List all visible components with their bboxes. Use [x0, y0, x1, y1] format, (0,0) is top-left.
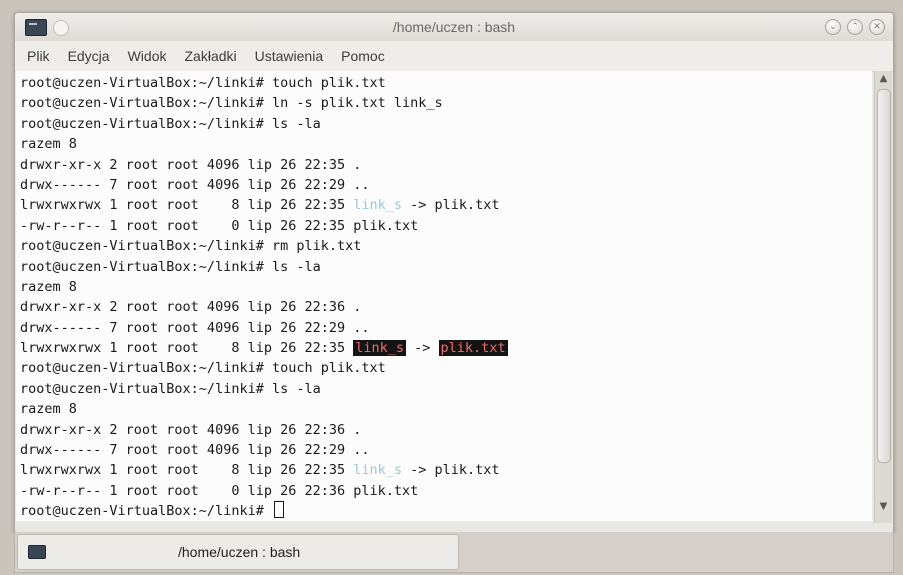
terminal-lines: root@uczen-VirtualBox:~/linki# touch pli…	[20, 73, 508, 521]
terminal-line: root@uczen-VirtualBox:~/linki#	[20, 501, 508, 521]
terminal-line: -rw-r--r-- 1 root root 0 lip 26 22:36 pl…	[20, 481, 508, 501]
menu-edycja[interactable]: Edycja	[68, 41, 110, 64]
close-icon[interactable]: ✕	[869, 19, 885, 35]
terminal-text: ->	[406, 340, 439, 357]
terminal-text: root@uczen-VirtualBox:~/linki# ln -s pli…	[20, 95, 443, 112]
terminal-text: -rw-r--r-- 1 root root 0 lip 26 22:35 pl…	[20, 217, 419, 234]
terminal-line: drwx------ 7 root root 4096 lip 26 22:29…	[20, 440, 508, 460]
terminal-output[interactable]: root@uczen-VirtualBox:~/linki# touch pli…	[16, 71, 872, 521]
terminal-text: -> plik.txt	[402, 462, 500, 479]
menu-bar: Plik Edycja Widok Zakładki Ustawienia Po…	[15, 41, 893, 72]
scrollbar-thumb[interactable]	[877, 89, 891, 463]
terminal-line: root@uczen-VirtualBox:~/linki# touch pli…	[20, 73, 508, 93]
minimize-icon[interactable]: ⌄	[825, 19, 841, 35]
tab-bar: /home/uczen : bash	[14, 532, 894, 573]
cursor-block	[273, 501, 284, 519]
terminal-line: drwx------ 7 root root 4096 lip 26 22:29…	[20, 175, 508, 195]
terminal-text: drwxr-xr-x 2 root root 4096 lip 26 22:36…	[20, 299, 362, 316]
terminal-line: root@uczen-VirtualBox:~/linki# rm plik.t…	[20, 236, 508, 256]
tab-label: /home/uczen : bash	[178, 544, 301, 560]
maximize-icon[interactable]: ⌃	[847, 19, 863, 35]
terminal-line: razem 8	[20, 134, 508, 154]
terminal-line: lrwxrwxrwx 1 root root 8 lip 26 22:35 li…	[20, 460, 508, 480]
terminal-line: lrwxrwxrwx 1 root root 8 lip 26 22:35 li…	[20, 195, 508, 215]
terminal-text: drwx------ 7 root root 4096 lip 26 22:29…	[20, 319, 370, 336]
terminal-text: lrwxrwxrwx 1 root root 8 lip 26 22:35	[20, 197, 354, 214]
symlink-name: link_s	[353, 197, 403, 214]
terminal-line: root@uczen-VirtualBox:~/linki# ls -la	[20, 114, 508, 134]
terminal-text: drwxr-xr-x 2 root root 4096 lip 26 22:35…	[20, 156, 362, 173]
terminal-text: drwx------ 7 root root 4096 lip 26 22:29…	[20, 442, 370, 459]
title-bar[interactable]: /home/uczen : bash ⌄ ⌃ ✕	[15, 13, 893, 42]
terminal-text: razem 8	[20, 401, 77, 418]
terminal-window: /home/uczen : bash ⌄ ⌃ ✕ Plik Edycja Wid…	[14, 12, 894, 534]
terminal-line: root@uczen-VirtualBox:~/linki# ls -la	[20, 379, 508, 399]
menu-widok[interactable]: Widok	[128, 41, 167, 64]
terminal-line: root@uczen-VirtualBox:~/linki# ls -la	[20, 257, 508, 277]
terminal-text: drwx------ 7 root root 4096 lip 26 22:29…	[20, 176, 370, 193]
terminal-line: root@uczen-VirtualBox:~/linki# ln -s pli…	[20, 93, 508, 113]
scroll-down-icon[interactable]: ▼	[875, 501, 892, 515]
terminal-text: drwxr-xr-x 2 root root 4096 lip 26 22:36…	[20, 421, 362, 438]
terminal-line: drwx------ 7 root root 4096 lip 26 22:29…	[20, 318, 508, 338]
terminal-icon	[28, 545, 46, 559]
terminal-line: drwxr-xr-x 2 root root 4096 lip 26 22:36…	[20, 420, 508, 440]
window-title: /home/uczen : bash	[392, 19, 516, 35]
terminal-text: root@uczen-VirtualBox:~/linki# touch pli…	[20, 75, 386, 91]
tab-bash[interactable]: /home/uczen : bash	[17, 534, 459, 570]
terminal-text: lrwxrwxrwx 1 root root 8 lip 26 22:35	[20, 340, 354, 357]
broken-link-name: plik.txt	[438, 340, 508, 357]
terminal-text: root@uczen-VirtualBox:~/linki# ls -la	[20, 115, 321, 132]
terminal-line: razem 8	[20, 277, 508, 297]
scrollbar[interactable]: ▲ ▼	[874, 71, 892, 523]
terminal-text: root@uczen-VirtualBox:~/linki# rm plik.t…	[20, 238, 362, 255]
terminal-line: razem 8	[20, 399, 508, 419]
terminal-text: -> plik.txt	[402, 197, 500, 214]
broken-link-name: link_s	[353, 340, 407, 357]
terminal-line: drwxr-xr-x 2 root root 4096 lip 26 22:35…	[20, 155, 508, 175]
menu-ustawienia[interactable]: Ustawienia	[255, 41, 323, 64]
terminal-text: lrwxrwxrwx 1 root root 8 lip 26 22:35	[20, 462, 354, 479]
terminal-text: root@uczen-VirtualBox:~/linki#	[20, 503, 272, 520]
menu-pomoc[interactable]: Pomoc	[341, 41, 385, 64]
terminal-text: -rw-r--r-- 1 root root 0 lip 26 22:36 pl…	[20, 482, 419, 499]
terminal-text: razem 8	[20, 278, 77, 295]
symlink-name: link_s	[353, 462, 403, 479]
terminal-text: root@uczen-VirtualBox:~/linki# touch pli…	[20, 360, 386, 377]
terminal-line: drwxr-xr-x 2 root root 4096 lip 26 22:36…	[20, 297, 508, 317]
menu-zakladki[interactable]: Zakładki	[185, 41, 237, 64]
terminal-line: -rw-r--r-- 1 root root 0 lip 26 22:35 pl…	[20, 216, 508, 236]
terminal-line: lrwxrwxrwx 1 root root 8 lip 26 22:35 li…	[20, 338, 508, 358]
menu-plik[interactable]: Plik	[27, 41, 50, 64]
scroll-up-icon[interactable]: ▲	[875, 73, 892, 87]
terminal-line: root@uczen-VirtualBox:~/linki# touch pli…	[20, 358, 508, 378]
terminal-text: root@uczen-VirtualBox:~/linki# ls -la	[20, 258, 321, 275]
terminal-text: razem 8	[20, 136, 77, 153]
terminal-text: root@uczen-VirtualBox:~/linki# ls -la	[20, 380, 321, 397]
